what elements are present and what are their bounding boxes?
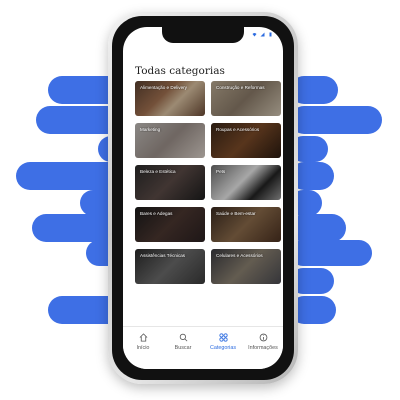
grid-icon	[218, 333, 228, 342]
category-card-marketing[interactable]: Marketing	[135, 123, 205, 158]
phone-frame: Todas categorias Alimentação e Delivery …	[108, 12, 298, 384]
tab-informacoes[interactable]: Informações	[244, 333, 282, 351]
category-label: Alimentação e Delivery	[140, 85, 187, 90]
tab-label: Informações	[248, 345, 278, 351]
page-title: Todas categorias	[135, 65, 225, 77]
category-card-bars[interactable]: Bares e Adegas	[135, 207, 205, 242]
category-card-tech-support[interactable]: Assistências Técnicas	[135, 249, 205, 284]
status-bar	[252, 32, 273, 37]
category-card-health[interactable]: Saúde e Bem-estar	[211, 207, 281, 242]
tab-inicio[interactable]: Início	[124, 333, 162, 351]
category-card-food[interactable]: Alimentação e Delivery	[135, 81, 205, 116]
category-label: Saúde e Bem-estar	[216, 211, 256, 216]
category-grid: Alimentação e Delivery Construção e Refo…	[135, 81, 281, 284]
wifi-icon	[252, 33, 257, 37]
category-card-construction[interactable]: Construção e Reformas	[211, 81, 281, 116]
category-label: Construção e Reformas	[216, 85, 265, 90]
category-card-beauty[interactable]: Beleza e Estética	[135, 165, 205, 200]
phone-bezel: Todas categorias Alimentação e Delivery …	[112, 16, 294, 380]
category-label: Marketing	[140, 127, 161, 132]
tab-label: Categorias	[209, 345, 237, 351]
bottom-tab-bar: Início Buscar Categorias Informações	[123, 326, 283, 369]
category-label: Pets	[216, 169, 226, 174]
category-card-clothing[interactable]: Roupas e Acessórios	[211, 123, 281, 158]
category-card-phones[interactable]: Celulares e Acessórios	[211, 249, 281, 284]
category-label: Bares e Adegas	[140, 211, 173, 216]
phone-notch	[162, 27, 244, 43]
home-icon	[139, 333, 147, 342]
category-label: Roupas e Acessórios	[216, 127, 260, 132]
category-label: Beleza e Estética	[140, 169, 176, 174]
tab-buscar[interactable]: Buscar	[164, 333, 202, 351]
tab-categorias[interactable]: Categorias	[204, 333, 242, 351]
search-icon	[179, 333, 187, 342]
battery-icon	[269, 32, 272, 37]
tab-label: Início	[136, 345, 150, 351]
category-label: Assistências Técnicas	[140, 253, 186, 258]
info-icon	[259, 333, 267, 342]
tab-label: Buscar	[174, 345, 192, 351]
category-label: Celulares e Acessórios	[216, 253, 263, 258]
signal-icon	[260, 32, 265, 37]
category-card-pets[interactable]: Pets	[211, 165, 281, 200]
phone-screen: Todas categorias Alimentação e Delivery …	[123, 27, 283, 369]
